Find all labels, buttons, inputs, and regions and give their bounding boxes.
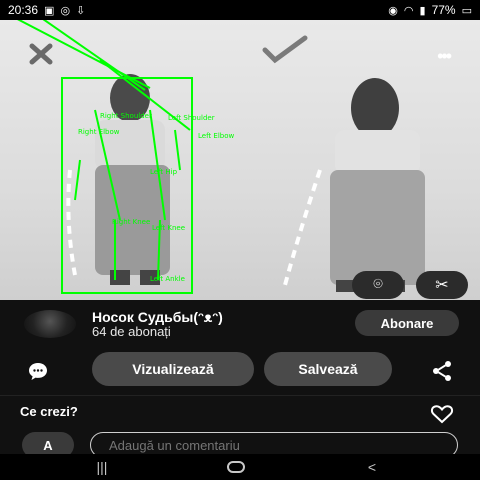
right-figure <box>330 78 425 292</box>
battery-level: 77% <box>431 3 456 17</box>
label-left-shoulder: Left Shoulder <box>168 114 215 122</box>
visual-search-icon: ⌾ <box>373 276 383 293</box>
x-icon <box>29 43 53 65</box>
photo-illustration: Right Elbow Left Elbow Left Hip Right Sh… <box>17 20 425 294</box>
recent-apps-icon[interactable]: ||| <box>82 457 122 477</box>
comment-prompt: Ce crezi? <box>20 404 78 419</box>
alarm-icon: ◉ <box>388 4 398 17</box>
label-left-elbow: Left Elbow <box>198 132 234 140</box>
label-left-knee: Left Knee <box>152 224 185 232</box>
profile-row: Носок Судьбы(ᵔᴥᵔ) 64 de abonați Abonare <box>0 300 480 350</box>
label-right-shoulder: Right Shoulder <box>100 112 152 120</box>
comment-icon[interactable] <box>26 360 50 384</box>
checkmark-icon <box>262 35 308 64</box>
signal-icon: ▮ <box>419 4 426 17</box>
subscriber-count: 64 de abonați <box>92 324 171 339</box>
heart-icon[interactable] <box>430 404 454 424</box>
left-dashed-curve <box>66 169 77 276</box>
visual-search-button[interactable]: ⌾ <box>352 271 404 299</box>
action-row: Vizualizează Salvează <box>0 350 480 395</box>
label-left-hip: Left Hip <box>150 168 178 176</box>
gallery-icon: ▣ <box>44 4 55 17</box>
instagram-icon: ◎ <box>60 4 71 17</box>
more-icon[interactable]: ••• <box>437 46 452 67</box>
profile-name[interactable]: Носок Судьбы(ᵔᴥᵔ) <box>92 309 223 325</box>
home-icon[interactable] <box>216 457 256 477</box>
share-icon[interactable] <box>430 359 454 383</box>
label-left-ankle: Left Ankle <box>150 275 185 283</box>
download-icon: ⇩ <box>76 4 86 17</box>
status-time: 20:36 <box>8 3 39 17</box>
back-icon[interactable]: < <box>352 457 392 477</box>
scissors-icon: ✂ <box>435 277 449 294</box>
pin-image[interactable]: Right Elbow Left Elbow Left Hip Right Sh… <box>0 20 480 300</box>
label-right-elbow: Right Elbow <box>78 128 120 136</box>
comment-section: Ce crezi? A <box>0 396 480 458</box>
save-button[interactable]: Salvează <box>264 352 392 386</box>
status-bar: 20:36 ▣ ◎ ⇩ ◉ ◠ ▮ 77% ▭ <box>0 0 480 20</box>
view-button[interactable]: Vizualizează <box>92 352 254 386</box>
avatar[interactable] <box>24 310 76 338</box>
scissors-button[interactable]: ✂ <box>416 271 468 299</box>
label-right-knee: Right Knee <box>112 218 150 226</box>
system-nav-bar: ||| < <box>0 454 480 480</box>
battery-icon: ▭ <box>461 4 472 17</box>
right-dashed-curve <box>283 169 322 286</box>
wifi-icon: ◠ <box>403 4 414 17</box>
subscribe-button[interactable]: Abonare <box>355 310 459 336</box>
